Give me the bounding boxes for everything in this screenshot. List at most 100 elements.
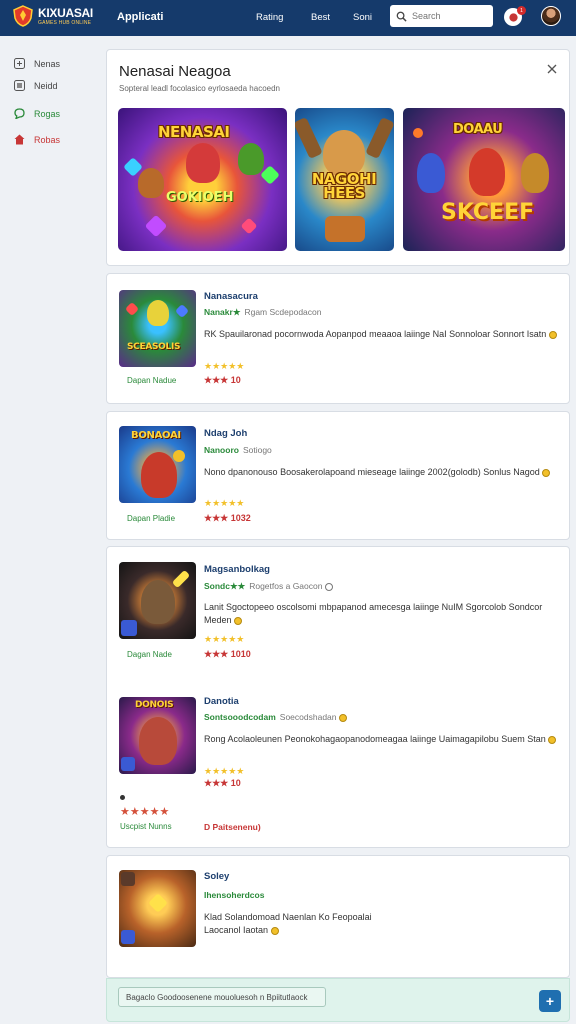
avatar[interactable] [541,6,561,26]
developer-extra: Soecodshadan [279,712,337,722]
game-tag: Dapan Pladie [127,514,176,523]
top-bar: KIXUASAI GAMES HUB ONLINE Applicati Rati… [0,0,576,36]
featured-banner-1[interactable]: NENASAI GOKIOEH [118,108,287,251]
description-text: RK Spauilaronad pocornwoda Aopanpod meaa… [204,329,547,339]
banner-subtitle: GOKIOEH [166,190,234,205]
developer-name: Nanakr★ [204,307,241,317]
nav-best[interactable]: Best [311,12,330,23]
fire-decoration [410,125,426,141]
shield-logo-icon [13,5,33,27]
character-figure [365,116,394,160]
chat-icon [14,108,25,119]
game-name[interactable]: Magsanbolkag [204,564,270,575]
featured-banner-2[interactable]: NAGOHI HEES [295,108,394,251]
app-title: Applicati [117,11,164,23]
description-text: Klad Solandomoad Naenlan Ko Feopoalai La… [204,912,372,935]
search-box[interactable] [390,5,493,27]
character-figure [138,168,164,198]
game-description: Klad Solandomoad Naenlan Ko Feopoalai La… [204,911,404,937]
sidebar-item-robas[interactable]: Robas [14,134,60,145]
featured-card: Nenasai Neagoa Sopteral leadl focolasico… [106,49,570,266]
square-icon [14,80,25,91]
game-thumbnail[interactable]: SCEASOLIS [119,290,196,367]
game-card[interactable]: Soley Ihensoherdcos Klad Solandomoad Nae… [106,855,570,978]
game-description: Lanit Sgoctopeeo oscolsomi mbpapanod ame… [204,601,559,627]
game-name[interactable]: Danotia [204,696,239,707]
game-developer: Nanakr★ Rgam Scdepodacon [204,307,321,318]
developer-name: Nanooro [204,445,239,455]
coin-icon [548,735,557,744]
banner-title: DOAAU [453,122,503,137]
character-figure [469,148,505,196]
developer-extra: Sotiogo [242,445,272,455]
character-figure [141,452,177,498]
game-tag: Uscpist Nunns [120,822,172,831]
gem-decoration [144,214,168,238]
game-name[interactable]: Ndag Joh [204,428,247,439]
review-stars: ★★★★★ [120,806,170,818]
featured-title: Nenasai Neagoa [119,63,231,80]
developer-name: Sontsooodcodam [204,712,276,722]
rating-score: ★★★ 1010 [204,649,251,659]
developer-name: Ihensoherdcos [204,890,265,900]
logo-tagline: GAMES HUB ONLINE [38,19,92,26]
character-figure [238,143,264,175]
star-rating: ★★★★★ [204,634,245,644]
player-avatar [121,872,135,886]
square-plus-icon [14,58,25,69]
sidebar-item-label: Robas [34,134,61,145]
game-name[interactable]: Soley [204,871,229,882]
notification-button[interactable]: 1 [504,6,526,26]
game-description: Rong Acolaoleunen Peonokohagaopanodomeag… [204,733,559,746]
sidebar-item-label: Neidd [34,80,58,91]
player-avatar [121,757,135,771]
small-dot [120,795,125,800]
notification-badge: 1 [517,6,526,15]
sidebar-item-label: Rogas [34,108,61,119]
rating-score: ★★★ 10 [204,778,241,788]
game-card[interactable]: SCEASOLIS Dapan Nadue Nanasacura Nanakr★… [106,273,570,404]
sidebar-item-neidd[interactable]: Neidd [14,80,58,91]
game-name[interactable]: Nanasacura [204,291,258,302]
coin-icon [542,468,551,477]
game-card[interactable]: BONAOAI Dapan Pladie Ndag Joh Nanooro Sot… [106,411,570,540]
bell-icon [508,12,518,22]
coin-icon [270,926,279,935]
sidebar-item-nenas[interactable]: Nenas [14,58,60,69]
gem-decoration [240,217,258,235]
add-button[interactable]: + [539,990,561,1012]
banner-title: NENASAI [158,123,230,141]
home-icon [14,134,25,145]
game-tag: Dapan Nadue [127,376,177,385]
game-developer: Sontsooodcodam Soecodshadan [204,712,347,722]
game-card[interactable]: Dagan Nade Magsanbolkag Sondc★★ Rogetfos … [106,546,570,848]
nav-rating[interactable]: Rating [256,12,283,23]
coin-icon [548,330,557,339]
player-avatar [121,620,137,636]
banner-subtitle: SKCEEF [441,200,535,225]
star-rating: ★★★★★ [204,498,245,508]
coin-icon [234,616,243,625]
game-developer: Nanooro Sotiogo [204,445,272,455]
description-text: Nono dpanonouso Boosakerolapoand mieseag… [204,467,540,477]
nav-soni[interactable]: Soni [353,12,372,23]
sidebar-item-label: Nenas [34,58,61,69]
game-thumbnail[interactable] [119,562,196,639]
app-logo[interactable]: KIXUASAI GAMES HUB ONLINE [12,5,93,27]
character-figure [417,153,445,193]
game-thumbnail[interactable]: DONOIS [119,697,196,774]
thumbnail-title: BONAOAI [131,430,181,441]
character-figure [325,216,365,242]
game-thumbnail[interactable]: BONAOAI [119,426,196,503]
sidebar-item-rogas[interactable]: Rogas [14,108,60,119]
thumbnail-title: SCEASOLIS [127,342,181,352]
game-thumbnail[interactable] [119,870,196,947]
search-input[interactable] [412,11,490,21]
featured-banner-3[interactable]: DOAAU SKCEEF [403,108,565,251]
close-icon[interactable] [547,64,557,74]
star-rating: ★★★★★ [204,766,245,776]
gem-decoration [260,165,280,185]
developer-name: Sondc★★ [204,581,246,591]
character-figure [141,580,175,624]
footer-input[interactable]: Bagaclo Goodoosenene mouoluesoh n Bpiitu… [118,987,326,1007]
